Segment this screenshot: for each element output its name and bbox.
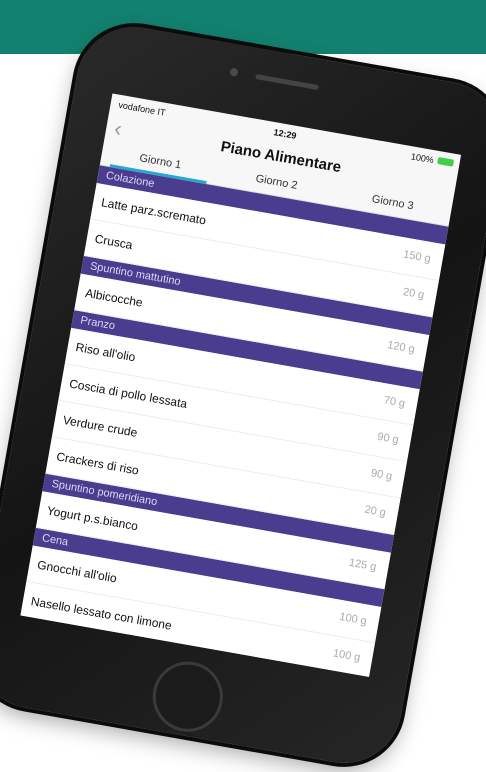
food-quantity: 120 g <box>386 339 416 356</box>
food-quantity: 90 g <box>376 430 400 447</box>
food-quantity: 125 g <box>347 556 378 574</box>
food-name: Albicocche <box>84 285 144 310</box>
food-name: Riso all'olio <box>74 340 137 365</box>
food-name: Yogurt p.s.bianco <box>45 503 140 534</box>
food-quantity: 150 g <box>402 248 432 266</box>
food-name: Gnocchi all'olio <box>36 557 118 586</box>
food-quantity: 100 g <box>338 610 368 628</box>
food-name: Crackers di riso <box>55 449 140 478</box>
food-name: Verdure crude <box>61 412 139 440</box>
food-quantity: 20 g <box>401 285 426 302</box>
food-name: Latte parz.scremato <box>100 195 208 228</box>
food-quantity: 70 g <box>382 394 407 410</box>
food-name: Crusca <box>93 231 134 253</box>
battery-percent: 100% <box>410 151 435 166</box>
phone-device: vodafone IT 12:29 100% ‹ Piano Alimentar… <box>0 17 486 772</box>
food-quantity: 90 g <box>369 467 394 483</box>
food-quantity: 100 g <box>332 647 362 664</box>
food-quantity: 20 g <box>363 503 387 520</box>
